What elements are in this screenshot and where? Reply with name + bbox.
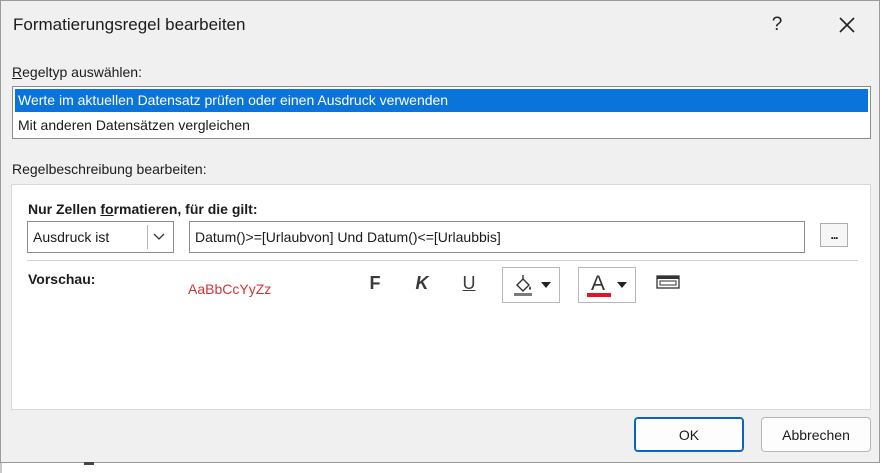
close-icon: [839, 17, 855, 33]
preview-label: Vorschau:: [28, 271, 96, 287]
rule-type-item-expression[interactable]: Werte im aktuellen Datensatz prüfen oder…: [15, 89, 868, 112]
dialog-title: Formatierungsregel bearbeiten: [13, 15, 246, 34]
fill-color-button[interactable]: [502, 267, 560, 303]
fill-bucket-icon: [514, 275, 532, 296]
font-color-icon: A: [587, 272, 611, 297]
condition-type-value: Ausdruck ist: [33, 229, 110, 245]
format-rule-dialog: Formatierungsregel bearbeiten ? Regeltyp…: [0, 0, 880, 463]
ok-button[interactable]: OK: [634, 417, 744, 452]
separator: [27, 260, 858, 261]
enable-toggle-icon[interactable]: [656, 274, 680, 290]
expression-input[interactable]: Datum()>=[Urlaubvon] Und Datum()<=[Urlau…: [189, 221, 805, 253]
bold-button[interactable]: F: [361, 269, 389, 297]
title-bar: Formatierungsregel bearbeiten ?: [1, 1, 879, 49]
condition-label: Nur Zellen formatieren, für die gilt:: [28, 201, 258, 217]
rule-description-panel: Nur Zellen formatieren, für die gilt: Au…: [11, 184, 871, 410]
rule-type-label: Regeltyp auswählen:: [12, 64, 142, 80]
caret-down-icon: [541, 282, 551, 288]
condition-type-combo[interactable]: Ausdruck ist: [27, 221, 174, 253]
condition-type-dropdown[interactable]: [147, 225, 170, 249]
expression-builder-button[interactable]: ...: [820, 223, 848, 247]
expression-value: Datum()>=[Urlaubvon] Und Datum()<=[Urlau…: [195, 229, 501, 245]
underline-button[interactable]: U: [455, 269, 483, 297]
rule-type-list[interactable]: Werte im aktuellen Datensatz prüfen oder…: [12, 86, 871, 139]
italic-button[interactable]: K: [408, 269, 436, 297]
rule-description-label: Regelbeschreibung bearbeiten:: [12, 161, 207, 177]
help-button[interactable]: ?: [761, 7, 793, 43]
rule-type-item-compare[interactable]: Mit anderen Datensätzen vergleichen: [15, 114, 868, 137]
close-button[interactable]: [827, 7, 867, 43]
background-marker: [84, 462, 94, 465]
font-color-bar: [587, 293, 611, 297]
chevron-down-icon: [153, 233, 165, 240]
preview-sample: AaBbCcYyZz: [188, 281, 272, 297]
caret-down-icon: [617, 282, 627, 288]
font-color-button[interactable]: A: [578, 267, 636, 303]
cancel-button[interactable]: Abbrechen: [761, 417, 871, 452]
